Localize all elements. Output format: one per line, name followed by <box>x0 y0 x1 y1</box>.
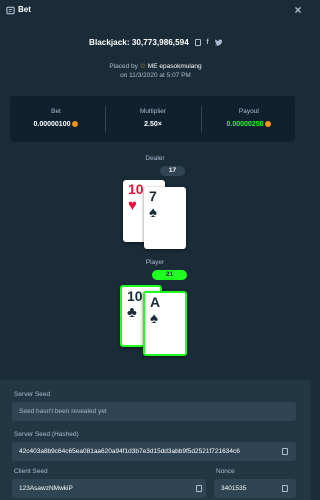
copy-nonce-button[interactable] <box>274 479 296 498</box>
multiplier-value: 2.50× <box>144 121 162 128</box>
copy-icon <box>282 485 288 492</box>
dealer-score-badge: 17 <box>160 166 185 176</box>
placed-by-info: Placed by ☆ ME epasokmulang on 11/3/2020… <box>0 62 311 80</box>
client-seed-field[interactable]: 123AsawzNMwkiP <box>12 479 192 498</box>
facebook-icon[interactable]: f <box>206 39 208 46</box>
fairness-section: Server Seed Seed hasn't been revealed ye… <box>0 380 311 500</box>
multiplier-stat: Multiplier 2.50× <box>108 96 198 142</box>
card-rank: A <box>150 294 161 310</box>
spade-suit-icon: ♠ <box>150 310 158 327</box>
club-suit-icon: ♣ <box>127 304 137 321</box>
card-rank: 10 <box>127 288 143 304</box>
client-seed-label: Client Seed <box>14 468 48 475</box>
copy-icon <box>196 485 202 492</box>
star-icon: ☆ <box>139 63 146 70</box>
copy-icon <box>282 448 288 455</box>
ticket-icon <box>6 6 15 15</box>
dealer-label: Dealer <box>145 155 165 162</box>
server-seed-field[interactable]: Seed hasn't been revealed yet <box>12 402 296 421</box>
nonce-field[interactable]: 3401535 <box>214 479 274 498</box>
divider <box>201 106 202 132</box>
twitter-icon[interactable] <box>214 39 222 46</box>
copy-icon[interactable] <box>195 39 202 47</box>
bet-modal: Bet × Blackjack: 30,773,986,594 f Placed… <box>0 0 311 500</box>
player-label: Player <box>145 259 165 266</box>
bitcoin-icon <box>265 121 272 127</box>
close-button[interactable]: × <box>292 4 304 17</box>
bet-stat: Bet 0.00000100 <box>10 96 102 142</box>
player-card-2: A ♠ <box>143 291 187 356</box>
username-link[interactable]: ME epasokmulang <box>148 63 202 70</box>
server-seed-hashed-field[interactable]: 42c403a8b9c64c65ea081aa620a94f1d3b7e3d15… <box>12 442 274 461</box>
game-id-line: Blackjack: 30,773,986,594 f <box>0 38 311 47</box>
multiplier-label: Multiplier <box>139 108 166 115</box>
bet-stats-panel: Bet 0.00000100 Multiplier 2.50× Payout 0… <box>10 96 295 142</box>
modal-title: Bet <box>18 5 31 14</box>
spade-suit-icon: ♠ <box>149 204 157 221</box>
card-rank: 10 <box>128 181 144 197</box>
copy-client-seed-button[interactable] <box>192 479 206 498</box>
dealer-card-2: 7 ♠ <box>144 187 186 249</box>
divider <box>105 106 106 132</box>
heart-suit-icon: ♥ <box>128 197 137 214</box>
player-score-badge: 21 <box>152 270 187 280</box>
payout-label: Payout <box>238 108 260 115</box>
server-seed-label: Server Seed <box>14 391 51 398</box>
placed-by-label: Placed by <box>109 63 138 70</box>
payout-amount: 0.00000250 <box>203 121 295 128</box>
payout-stat: Payout 0.00000250 <box>203 96 295 142</box>
bet-label: Bet <box>51 108 61 115</box>
nonce-label: Nonce <box>216 468 235 475</box>
game-id: Blackjack: 30,773,986,594 <box>89 38 189 47</box>
bitcoin-icon <box>72 121 79 127</box>
card-rank: 7 <box>149 188 157 204</box>
bet-amount: 0.00000100 <box>10 121 102 128</box>
modal-header: Bet × <box>0 0 311 26</box>
placed-date: on 11/3/2020 at 5:07 PM <box>120 72 191 79</box>
copy-hashed-seed-button[interactable] <box>274 442 296 461</box>
server-seed-hashed-label: Server Seed (Hashed) <box>14 431 79 438</box>
